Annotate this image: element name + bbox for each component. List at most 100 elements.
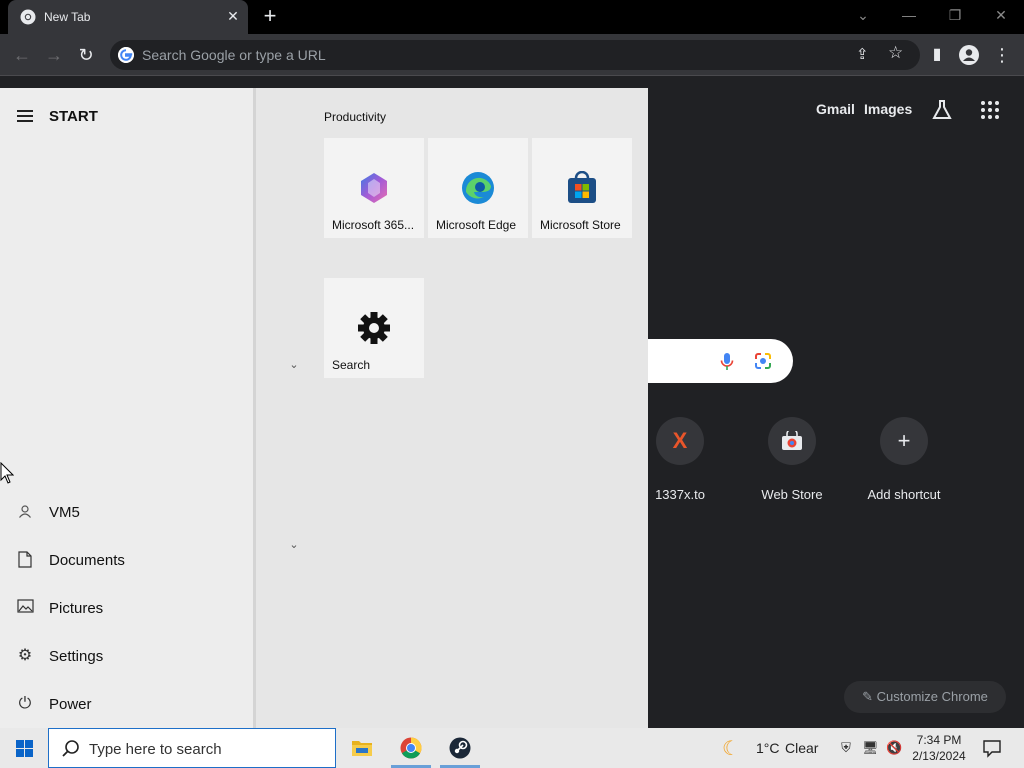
- tab-new-tab[interactable]: New Tab ✕: [8, 0, 248, 34]
- plus-icon: +: [880, 417, 928, 465]
- power-icon: ⏻: [18, 695, 32, 712]
- sidebar-item-label: VM5: [49, 504, 80, 521]
- web-store-icon: [768, 417, 816, 465]
- sidebar-item-documents[interactable]: Documents: [0, 540, 256, 580]
- tile-search[interactable]: Search: [324, 278, 424, 378]
- sidebar-item-user[interactable]: VM5: [0, 492, 256, 532]
- mouse-cursor-icon: [0, 462, 14, 484]
- user-icon: [16, 503, 34, 521]
- start-button[interactable]: [0, 728, 48, 768]
- new-tab-button[interactable]: +: [258, 4, 282, 28]
- chevron-down-icon[interactable]: ⌄: [288, 358, 300, 371]
- add-shortcut-button[interactable]: + Add shortcut: [854, 417, 954, 502]
- weather-temp: 1°C: [756, 740, 780, 756]
- sidebar-item-label: Settings: [49, 648, 104, 665]
- back-button[interactable]: ←: [10, 43, 34, 67]
- share-icon[interactable]: ⇪: [856, 45, 869, 63]
- security-shield-icon[interactable]: ⛨: [838, 740, 854, 756]
- windows-logo-icon: [16, 740, 33, 757]
- clock-time: 7:34 PM: [916, 733, 962, 747]
- shortcut-web-store[interactable]: Web Store: [742, 417, 842, 502]
- profile-icon: [959, 45, 979, 65]
- browser-toolbar: ← → ↻ Search Google or type a URL ⇪ ☆ ▮ …: [0, 34, 1024, 76]
- customize-chrome-button[interactable]: ✎ Customize Chrome: [844, 681, 1006, 713]
- reload-button[interactable]: ↻: [74, 43, 98, 67]
- images-link[interactable]: Images: [864, 101, 912, 117]
- omnibox-placeholder: Search Google or type a URL: [142, 47, 326, 63]
- new-tab-page: Gmail Images X 1337x.to Web Store + Add …: [648, 77, 1024, 728]
- shortcut-label: 1337x.to: [655, 487, 705, 502]
- tile-label: Microsoft Edge: [436, 218, 517, 232]
- folder-icon: [352, 741, 372, 756]
- voice-search-icon[interactable]: [720, 352, 734, 371]
- tile-label: Microsoft 365...: [332, 218, 415, 232]
- gmail-link[interactable]: Gmail: [816, 101, 855, 117]
- gear-icon: ⚙: [17, 647, 33, 664]
- steam-icon: [449, 737, 471, 759]
- notification-center-icon[interactable]: [982, 738, 1002, 758]
- tile-microsoft-365[interactable]: Microsoft 365...: [324, 138, 424, 238]
- sidebar-item-label: Power: [49, 696, 92, 713]
- volume-muted-icon[interactable]: 🔇: [886, 740, 902, 756]
- start-title: START: [49, 108, 98, 125]
- pencil-icon: ✎: [862, 689, 873, 704]
- clock[interactable]: 7:34 PM 2/13/2024: [906, 732, 972, 764]
- sidebar-item-settings[interactable]: ⚙ Settings: [0, 636, 256, 676]
- chrome-icon: [400, 737, 422, 759]
- gear-icon: [358, 312, 390, 344]
- labs-flask-icon[interactable]: [932, 99, 952, 121]
- clock-date: 2/13/2024: [912, 749, 966, 763]
- sidebar-item-label: Pictures: [49, 600, 104, 617]
- taskbar-app-steam[interactable]: [436, 728, 484, 768]
- menu-kebab-icon[interactable]: ⋮: [990, 43, 1014, 67]
- moon-icon: ☾: [722, 738, 740, 760]
- tile-label: Microsoft Store: [540, 218, 621, 232]
- weather-widget[interactable]: ☾ 1°C Clear: [722, 736, 818, 760]
- ntp-search-box[interactable]: [648, 339, 793, 383]
- sidebar-item-label: Documents: [49, 552, 125, 569]
- start-menu-sidebar: START VM5 Documents Pictures ⚙ Settings …: [0, 88, 256, 728]
- omnibox[interactable]: Search Google or type a URL ⇪ ☆: [110, 40, 920, 70]
- document-icon: [16, 551, 34, 569]
- minimize-button[interactable]: —: [897, 4, 921, 26]
- tab-title: New Tab: [44, 10, 91, 24]
- search-icon: [62, 740, 79, 757]
- tile-label: Search: [332, 358, 371, 372]
- microsoft-365-icon: [361, 173, 387, 203]
- tile-microsoft-store[interactable]: Microsoft Store: [532, 138, 632, 238]
- chevron-down-icon[interactable]: ⌄: [288, 538, 300, 551]
- hamburger-menu-icon[interactable]: [17, 110, 33, 122]
- restore-button[interactable]: ❐: [943, 4, 967, 26]
- taskbar-app-chrome[interactable]: [387, 728, 435, 768]
- forward-button[interactable]: →: [42, 43, 66, 67]
- sidebar-item-power[interactable]: ⏻ Power: [0, 684, 256, 724]
- chrome-icon: [20, 9, 36, 25]
- title-bar: New Tab ✕ + ⌄ — ❐ ✕: [0, 0, 1024, 34]
- tab-search-icon[interactable]: ⌄: [851, 4, 875, 26]
- bookmark-star-icon[interactable]: ☆: [888, 43, 903, 63]
- start-menu: START VM5 Documents Pictures ⚙ Settings …: [0, 88, 648, 728]
- customize-label: Customize Chrome: [876, 689, 988, 704]
- shortcut-label: Web Store: [761, 487, 823, 502]
- google-icon: [118, 47, 134, 63]
- search-placeholder: Type here to search: [89, 741, 222, 758]
- google-lens-icon[interactable]: [754, 352, 772, 370]
- tile-microsoft-edge[interactable]: Microsoft Edge: [428, 138, 528, 238]
- taskbar-search-box[interactable]: Type here to search: [48, 728, 336, 768]
- apps-grid-icon[interactable]: [981, 101, 999, 119]
- close-tab-icon[interactable]: ✕: [224, 7, 242, 25]
- taskbar: Type here to search ☾ 1°C Clear ⛨ 🖥 🔇 7:…: [0, 728, 1024, 768]
- tile-group-label: Productivity: [324, 110, 387, 124]
- shortcut-label: Add shortcut: [867, 487, 941, 502]
- store-icon: [568, 171, 596, 203]
- close-window-button[interactable]: ✕: [989, 4, 1013, 26]
- 1337x-icon: X: [656, 417, 704, 465]
- pictures-icon: [16, 599, 34, 617]
- weather-condition: Clear: [785, 740, 819, 756]
- profile-button[interactable]: [957, 43, 981, 67]
- edge-icon: [462, 172, 494, 204]
- network-icon[interactable]: 🖥: [862, 740, 879, 756]
- side-panel-icon[interactable]: ▮: [925, 43, 949, 67]
- sidebar-item-pictures[interactable]: Pictures: [0, 588, 256, 628]
- taskbar-app-file-explorer[interactable]: [338, 728, 386, 768]
